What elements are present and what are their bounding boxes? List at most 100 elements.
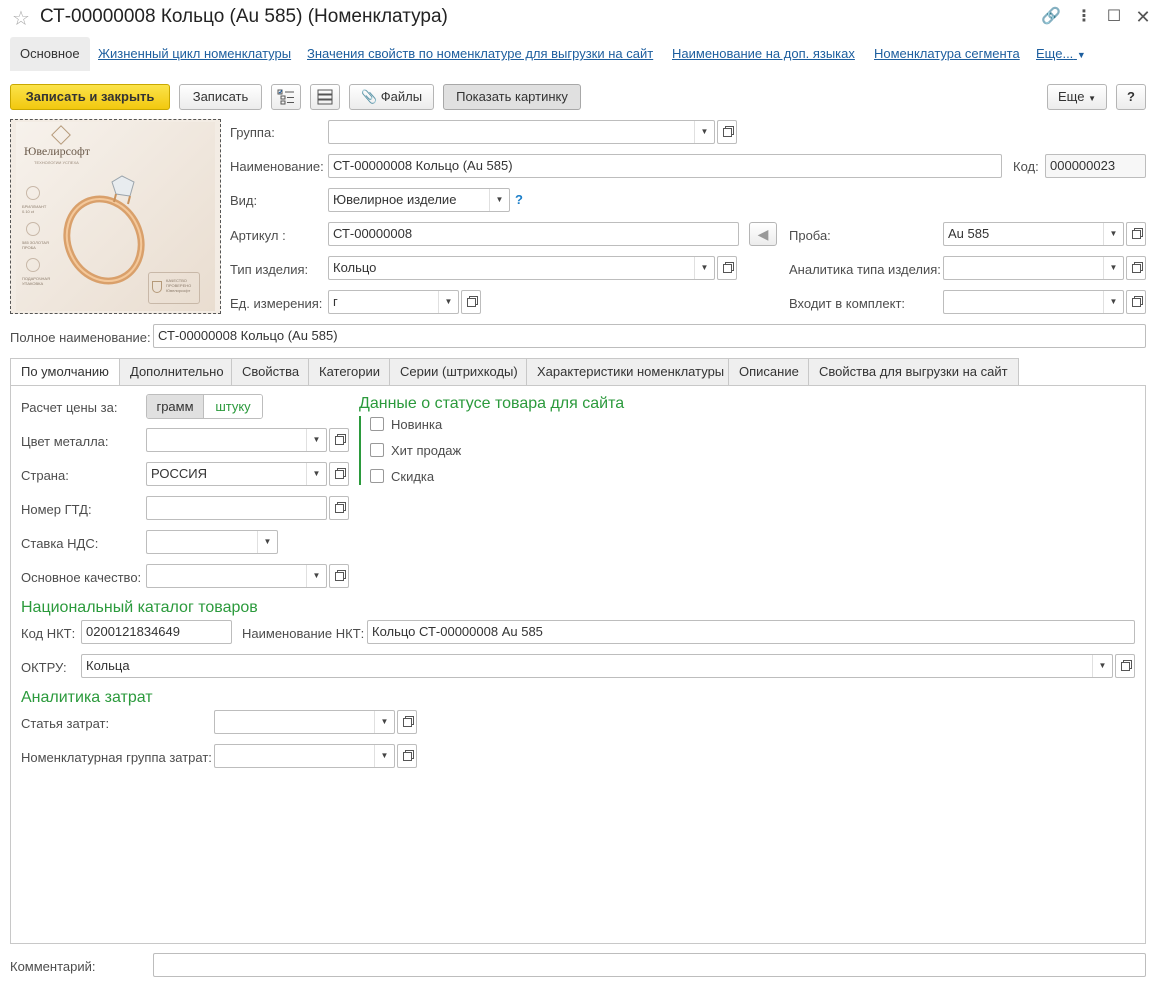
nav-tab-more[interactable]: Еще... ▼ bbox=[1036, 37, 1086, 71]
code-field[interactable]: 000000023 bbox=[1045, 154, 1146, 178]
open-cost-group-icon[interactable] bbox=[397, 744, 417, 768]
chevron-down-icon[interactable]: ▼ bbox=[1092, 655, 1112, 677]
quality-label: Основное качество: bbox=[21, 570, 142, 585]
group-label: Группа: bbox=[230, 125, 275, 140]
type-label: Тип изделия: bbox=[230, 262, 309, 277]
chevron-down-icon[interactable]: ▼ bbox=[306, 429, 326, 451]
tab-default[interactable]: По умолчанию bbox=[10, 358, 120, 387]
chevron-down-icon[interactable]: ▼ bbox=[306, 463, 326, 485]
oktru-field[interactable]: Кольца ▼ bbox=[81, 654, 1113, 678]
type-field[interactable]: Кольцо ▼ bbox=[328, 256, 715, 280]
checkbox-discount-label[interactable]: Скидка bbox=[391, 469, 434, 484]
checkbox-hit[interactable] bbox=[370, 443, 384, 457]
price-calc-switch[interactable]: грамм штуку bbox=[146, 394, 263, 419]
nav-tab-segment[interactable]: Номенклатура сегмента bbox=[874, 37, 1020, 71]
chevron-down-icon[interactable]: ▼ bbox=[489, 189, 509, 211]
open-unit-icon[interactable] bbox=[461, 290, 481, 314]
save-button[interactable]: Записать bbox=[179, 84, 262, 110]
metal-color-field[interactable]: ▼ bbox=[146, 428, 327, 452]
checkbox-discount[interactable] bbox=[370, 469, 384, 483]
chevron-down-icon[interactable]: ▼ bbox=[374, 711, 394, 733]
gift-icon bbox=[26, 258, 40, 272]
open-analytics-icon[interactable] bbox=[1126, 256, 1146, 280]
tab-description[interactable]: Описание bbox=[728, 358, 810, 386]
maximize-icon[interactable]: ☐ bbox=[1103, 6, 1125, 28]
comment-field[interactable] bbox=[153, 953, 1146, 977]
group-field[interactable]: ▼ bbox=[328, 120, 715, 144]
nkt-name-field[interactable]: Кольцо СТ-00000008 Au 585 bbox=[367, 620, 1135, 644]
more-button[interactable]: Еще ▼ bbox=[1047, 84, 1107, 110]
quality-field[interactable]: ▼ bbox=[146, 564, 327, 588]
save-and-close-button[interactable]: Записать и закрыть bbox=[10, 84, 170, 110]
gtd-field[interactable] bbox=[146, 496, 327, 520]
open-oktru-icon[interactable] bbox=[1115, 654, 1135, 678]
fullname-field[interactable]: СТ-00000008 Кольцо (Au 585) bbox=[153, 324, 1146, 348]
nav-tab-main[interactable]: Основное bbox=[10, 37, 90, 71]
cost-group-field[interactable]: ▼ bbox=[214, 744, 395, 768]
chevron-down-icon[interactable]: ▼ bbox=[1103, 257, 1123, 279]
files-button[interactable]: 📎 Файлы bbox=[349, 84, 434, 110]
open-metal-color-icon[interactable] bbox=[329, 428, 349, 452]
vat-field[interactable]: ▼ bbox=[146, 530, 278, 554]
open-gtd-icon[interactable] bbox=[329, 496, 349, 520]
list-button[interactable] bbox=[310, 84, 340, 110]
tab-site-properties[interactable]: Свойства для выгрузки на сайт bbox=[808, 358, 1019, 386]
oktru-value: Кольца bbox=[86, 658, 130, 673]
open-quality-icon[interactable] bbox=[329, 564, 349, 588]
chevron-down-icon[interactable]: ▼ bbox=[257, 531, 277, 553]
product-image[interactable]: Ювелирсофт ТЕХНОЛОГИИ УСПЕХА БРИЛЛИАНТ 0… bbox=[10, 119, 221, 314]
unit-field[interactable]: г ▼ bbox=[328, 290, 459, 314]
proba-icon bbox=[26, 222, 40, 236]
open-cost-item-icon[interactable] bbox=[397, 710, 417, 734]
price-calc-label: Расчет цены за: bbox=[21, 400, 118, 415]
name-label: Наименование: bbox=[230, 159, 324, 174]
more-vertical-icon[interactable]: ⋮ bbox=[1073, 6, 1095, 28]
open-country-icon[interactable] bbox=[329, 462, 349, 486]
name-field[interactable]: СТ-00000008 Кольцо (Au 585) bbox=[328, 154, 1002, 178]
open-proba-icon[interactable] bbox=[1126, 222, 1146, 246]
structure-button[interactable] bbox=[271, 84, 301, 110]
open-type-icon[interactable] bbox=[717, 256, 737, 280]
show-picture-button[interactable]: Показать картинку bbox=[443, 84, 581, 110]
more-label: Еще bbox=[1058, 89, 1085, 104]
chevron-down-icon[interactable]: ▼ bbox=[374, 745, 394, 767]
article-field[interactable]: СТ-00000008 bbox=[328, 222, 739, 246]
checkbox-new[interactable] bbox=[370, 417, 384, 431]
chevron-down-icon[interactable]: ▼ bbox=[1103, 223, 1123, 245]
nav-tab-languages[interactable]: Наименование на доп. языках bbox=[672, 37, 855, 71]
analytics-field[interactable]: ▼ bbox=[943, 256, 1124, 280]
open-group-icon[interactable] bbox=[717, 120, 737, 144]
open-kit-icon[interactable] bbox=[1126, 290, 1146, 314]
kind-field[interactable]: Ювелирное изделие ▼ bbox=[328, 188, 510, 212]
checkbox-hit-label[interactable]: Хит продаж bbox=[391, 443, 461, 458]
link-icon[interactable]: 🔗 bbox=[1040, 6, 1062, 28]
chevron-down-icon[interactable]: ▼ bbox=[306, 565, 326, 587]
tab-categories[interactable]: Категории bbox=[308, 358, 391, 386]
files-label: Файлы bbox=[380, 89, 423, 104]
proba-field[interactable]: Au 585 ▼ bbox=[943, 222, 1124, 246]
chevron-down-icon[interactable]: ▼ bbox=[438, 291, 458, 313]
nav-tab-lifecycle[interactable]: Жизненный цикл номенклатуры bbox=[98, 37, 291, 71]
cost-item-field[interactable]: ▼ bbox=[214, 710, 395, 734]
tab-characteristics[interactable]: Характеристики номенклатуры bbox=[526, 358, 736, 386]
price-option-piece[interactable]: штуку bbox=[203, 395, 262, 418]
chevron-down-icon[interactable]: ▼ bbox=[1103, 291, 1123, 313]
kit-field[interactable]: ▼ bbox=[943, 290, 1124, 314]
tab-additional[interactable]: Дополнительно bbox=[119, 358, 235, 386]
tab-series[interactable]: Серии (штрихкоды) bbox=[389, 358, 529, 386]
tab-properties[interactable]: Свойства bbox=[231, 358, 311, 386]
nav-tab-site-properties[interactable]: Значения свойств по номенклатуре для выг… bbox=[307, 37, 653, 71]
nkt-code-field[interactable]: 0200121834649 bbox=[81, 620, 232, 644]
site-status-divider bbox=[359, 416, 361, 485]
country-field[interactable]: РОССИЯ ▼ bbox=[146, 462, 327, 486]
chevron-down-icon[interactable]: ▼ bbox=[694, 257, 714, 279]
arrow-left-button[interactable]: ◀ bbox=[749, 222, 777, 246]
help-button[interactable]: ? bbox=[1116, 84, 1146, 110]
price-option-gram[interactable]: грамм bbox=[147, 395, 203, 418]
close-icon[interactable]: ✕ bbox=[1132, 6, 1154, 28]
country-value: РОССИЯ bbox=[151, 466, 208, 481]
checkbox-new-label[interactable]: Новинка bbox=[391, 417, 442, 432]
kind-help-link[interactable]: ? bbox=[515, 192, 523, 207]
favorite-star-icon[interactable]: ☆ bbox=[12, 6, 30, 31]
chevron-down-icon[interactable]: ▼ bbox=[694, 121, 714, 143]
